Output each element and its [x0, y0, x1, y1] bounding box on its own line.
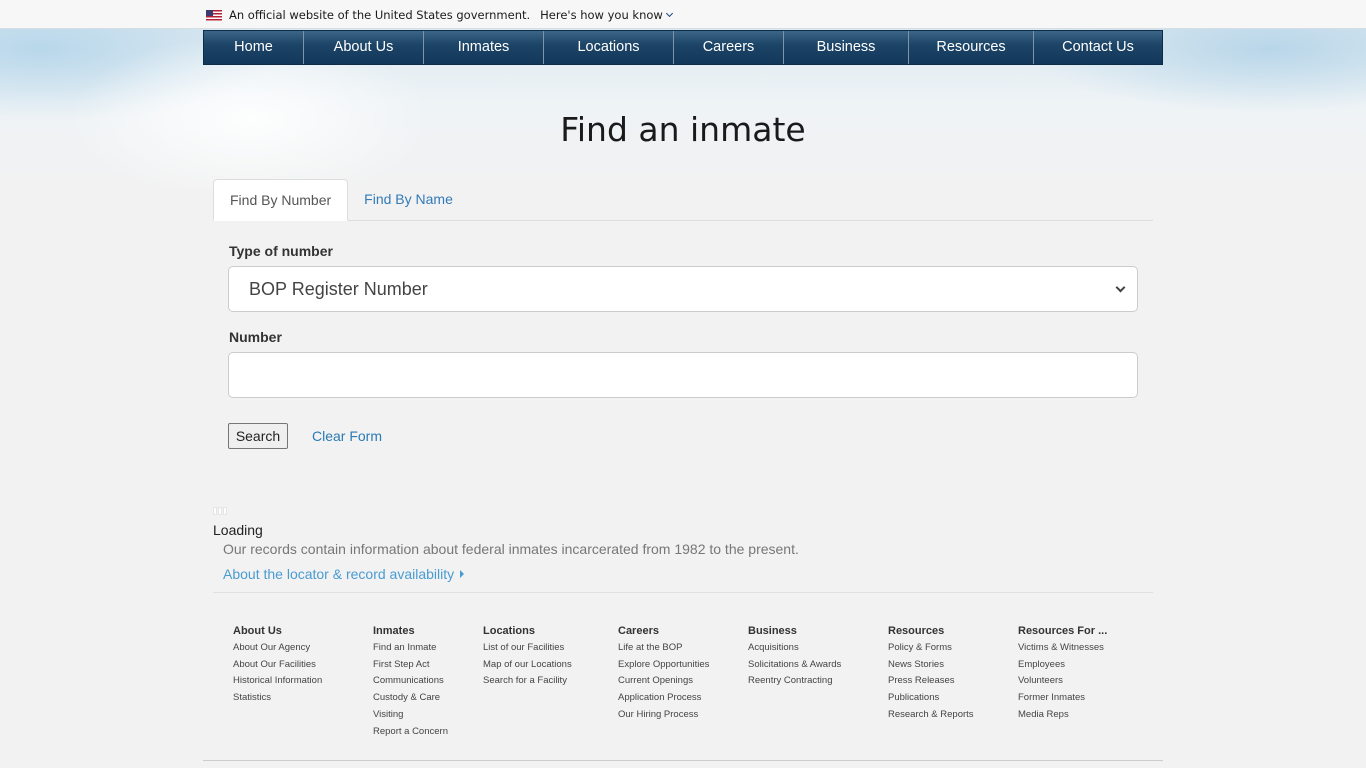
- search-tabs: Find By Number Find By Name: [213, 179, 1153, 221]
- about-locator-label: About the locator & record availability: [223, 566, 455, 582]
- about-locator-link[interactable]: About the locator & record availability: [223, 566, 465, 582]
- footer-link[interactable]: Custody & Care: [373, 690, 448, 707]
- footer-link[interactable]: News Stories: [888, 657, 974, 674]
- main-nav: Home About Us Inmates Locations Careers …: [203, 30, 1163, 65]
- footer-link[interactable]: Victims & Witnesses: [1018, 640, 1107, 657]
- search-button[interactable]: Search: [228, 423, 288, 449]
- footer-link[interactable]: Volunteers: [1018, 673, 1107, 690]
- footer-link[interactable]: About Our Agency: [233, 640, 322, 657]
- footer-link[interactable]: Communications: [373, 673, 448, 690]
- chevron-down-icon: [1115, 282, 1126, 293]
- footer-link[interactable]: About Our Facilities: [233, 657, 322, 674]
- loading-icon: [213, 507, 227, 515]
- footer-link[interactable]: List of our Facilities: [483, 640, 572, 657]
- footer-column-careers: Careers Life at the BOP Explore Opportun…: [618, 625, 709, 724]
- footer-link[interactable]: Explore Opportunities: [618, 657, 709, 674]
- footer-heading: Careers: [618, 625, 659, 637]
- caret-right-icon: [460, 570, 465, 578]
- footer-link[interactable]: Report a Concern: [373, 724, 448, 741]
- nav-item-locations[interactable]: Locations: [544, 31, 674, 64]
- gov-banner-text: An official website of the United States…: [229, 8, 531, 22]
- us-flag-icon: [206, 9, 222, 21]
- type-of-number-label: Type of number: [229, 243, 333, 259]
- nav-item-inmates[interactable]: Inmates: [424, 31, 544, 64]
- tab-find-by-number[interactable]: Find By Number: [213, 179, 349, 221]
- footer-link[interactable]: Media Reps: [1018, 707, 1107, 724]
- footer-link[interactable]: Press Releases: [888, 673, 974, 690]
- type-of-number-value: BOP Register Number: [249, 279, 428, 299]
- footer-divider: [203, 760, 1163, 761]
- records-note: Our records contain information about fe…: [223, 541, 799, 557]
- divider: [213, 592, 1153, 593]
- footer-link[interactable]: Life at the BOP: [618, 640, 709, 657]
- footer-heading: Inmates: [373, 625, 415, 637]
- footer-link[interactable]: Find an Inmate: [373, 640, 448, 657]
- footer-link[interactable]: Map of our Locations: [483, 657, 572, 674]
- footer-link[interactable]: Policy & Forms: [888, 640, 974, 657]
- loading-text: Loading: [213, 522, 263, 538]
- footer-link[interactable]: Historical Information: [233, 673, 322, 690]
- footer-heading: Locations: [483, 625, 535, 637]
- footer-column-resources: Resources Policy & Forms News Stories Pr…: [888, 625, 974, 724]
- nav-item-contact-us[interactable]: Contact Us: [1034, 31, 1162, 64]
- nav-item-resources[interactable]: Resources: [909, 31, 1034, 64]
- footer-link[interactable]: Former Inmates: [1018, 690, 1107, 707]
- nav-item-business[interactable]: Business: [784, 31, 909, 64]
- number-label: Number: [229, 329, 282, 345]
- tab-find-by-name[interactable]: Find By Name: [348, 179, 469, 221]
- footer-link[interactable]: Statistics: [233, 690, 322, 707]
- footer-link[interactable]: Reentry Contracting: [748, 673, 841, 690]
- footer-link[interactable]: First Step Act: [373, 657, 448, 674]
- footer-link[interactable]: Publications: [888, 690, 974, 707]
- footer-link[interactable]: Research & Reports: [888, 707, 974, 724]
- footer-link[interactable]: Solicitations & Awards: [748, 657, 841, 674]
- footer-column-business: Business Acquisitions Solicitations & Aw…: [748, 625, 841, 690]
- footer-column-inmates: Inmates Find an Inmate First Step Act Co…: [373, 625, 448, 740]
- footer-heading: Resources: [888, 625, 945, 637]
- nav-item-about-us[interactable]: About Us: [304, 31, 424, 64]
- type-of-number-select[interactable]: BOP Register Number: [228, 266, 1138, 312]
- number-input[interactable]: [228, 352, 1138, 398]
- page-title: Find an inmate: [560, 110, 806, 149]
- footer-link[interactable]: Our Hiring Process: [618, 707, 709, 724]
- footer-heading: Business: [748, 625, 797, 637]
- footer-link[interactable]: Employees: [1018, 657, 1107, 674]
- footer-link[interactable]: Visiting: [373, 707, 448, 724]
- nav-item-careers[interactable]: Careers: [674, 31, 784, 64]
- chevron-down-icon: [665, 9, 673, 18]
- footer-column-resources-for: Resources For ... Victims & Witnesses Em…: [1018, 625, 1107, 724]
- footer-heading: Resources For ...: [1018, 625, 1108, 637]
- how-you-know-label: Here's how you know: [540, 8, 663, 22]
- how-you-know-toggle[interactable]: Here's how you know: [540, 8, 673, 22]
- footer-heading: About Us: [233, 625, 282, 637]
- gov-banner: An official website of the United States…: [0, 0, 1366, 29]
- nav-item-home[interactable]: Home: [204, 31, 304, 64]
- footer-column-locations: Locations List of our Facilities Map of …: [483, 625, 572, 690]
- footer-link[interactable]: Acquisitions: [748, 640, 841, 657]
- clear-form-link[interactable]: Clear Form: [312, 428, 382, 444]
- footer-link[interactable]: Current Openings: [618, 673, 709, 690]
- footer-link[interactable]: Application Process: [618, 690, 709, 707]
- footer-link[interactable]: Search for a Facility: [483, 673, 572, 690]
- footer-column-about-us: About Us About Our Agency About Our Faci…: [233, 625, 322, 707]
